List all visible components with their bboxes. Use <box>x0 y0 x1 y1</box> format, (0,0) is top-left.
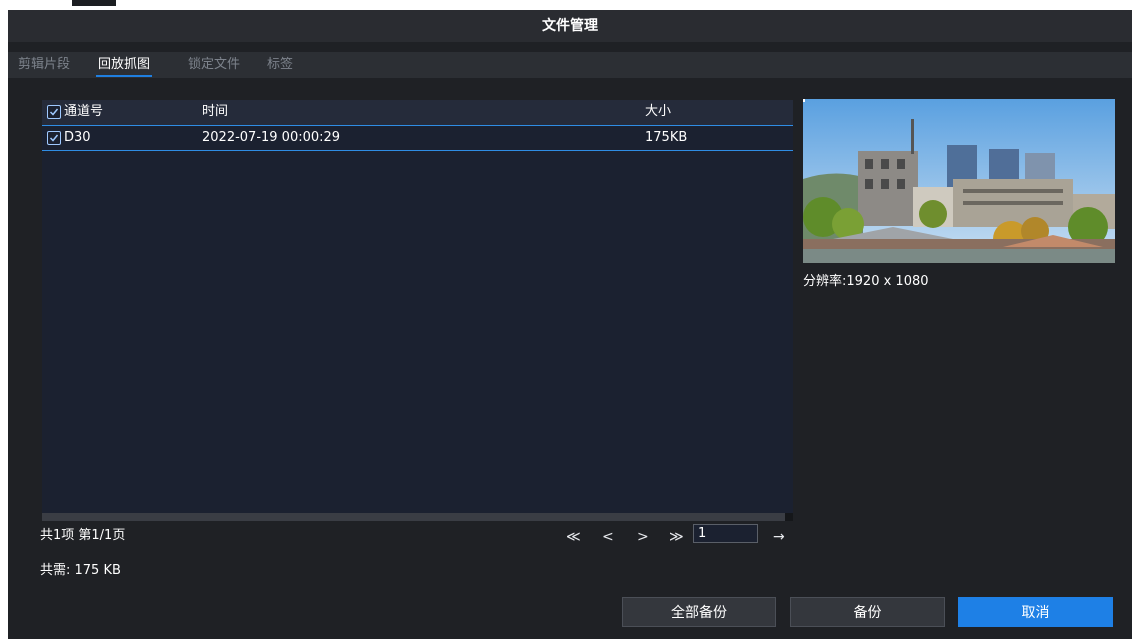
window-corner-tab <box>72 0 116 6</box>
check-icon <box>49 134 59 142</box>
file-management-dialog: 文件管理 剪辑片段 回放抓图 锁定文件 标签 通道号 时间 大小 D30 202… <box>8 10 1132 639</box>
snapshot-preview-image <box>803 99 1115 263</box>
prev-page-button[interactable]: < <box>602 526 614 548</box>
scrollbar-corner <box>785 513 793 521</box>
list-header: 通道号 时间 大小 <box>42 100 793 126</box>
page-number-input[interactable] <box>693 524 758 543</box>
horizontal-scrollbar[interactable] <box>42 513 793 521</box>
column-header-size[interactable]: 大小 <box>645 100 671 124</box>
column-header-channel[interactable]: 通道号 <box>64 100 103 124</box>
first-page-button[interactable]: ≪ <box>566 526 581 548</box>
cancel-button[interactable]: 取消 <box>958 597 1113 627</box>
check-icon <box>49 108 59 116</box>
row-channel: D30 <box>64 130 91 145</box>
dialog-title: 文件管理 <box>8 10 1132 42</box>
backup-all-button[interactable]: 全部备份 <box>622 597 776 627</box>
row-size: 175KB <box>645 130 688 145</box>
column-header-time[interactable]: 时间 <box>202 100 228 124</box>
total-size: 共需: 175 KB <box>40 563 121 578</box>
tab-locked-files[interactable]: 锁定文件 <box>188 52 240 78</box>
last-page-button[interactable]: ≫ <box>669 526 684 548</box>
row-checkbox[interactable] <box>47 131 61 145</box>
go-page-button[interactable]: → <box>773 526 785 548</box>
table-row[interactable]: D30 2022-07-19 00:00:29 175KB <box>42 126 793 151</box>
file-list: 通道号 时间 大小 D30 2022-07-19 00:00:29 175KB <box>42 100 793 517</box>
next-page-button[interactable]: > <box>637 526 649 548</box>
tab-clip-segments[interactable]: 剪辑片段 <box>18 52 70 78</box>
list-summary: 共1项 第1/1页 <box>40 528 126 543</box>
preview-resolution: 分辨率:1920 x 1080 <box>803 274 929 289</box>
select-all-checkbox[interactable] <box>47 105 61 119</box>
tab-playback-snapshots[interactable]: 回放抓图 <box>95 52 153 78</box>
row-time: 2022-07-19 00:00:29 <box>202 130 341 145</box>
backup-button[interactable]: 备份 <box>790 597 945 627</box>
tab-tags[interactable]: 标签 <box>267 52 293 78</box>
tab-bar: 剪辑片段 回放抓图 锁定文件 标签 <box>8 52 1132 78</box>
